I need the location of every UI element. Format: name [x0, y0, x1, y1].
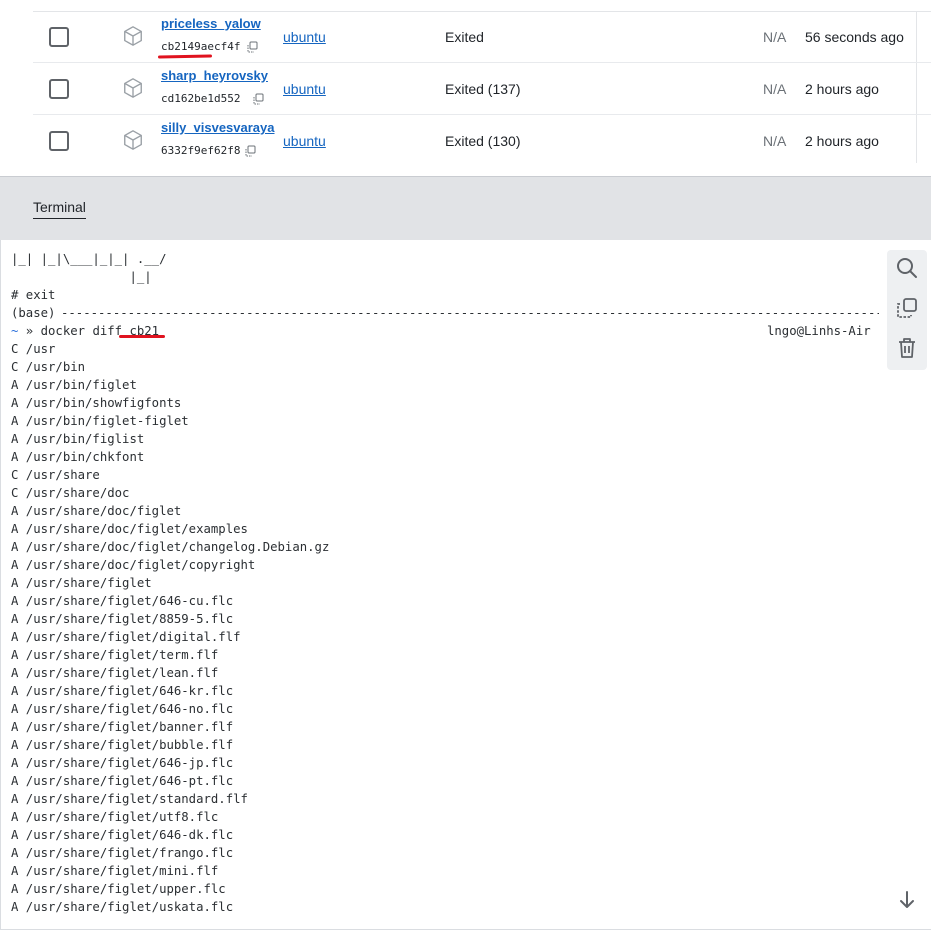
container-cube-icon: [124, 26, 142, 46]
table-row[interactable]: sharp_heyrovsky cd162be1d552 ubuntu Exit…: [33, 63, 931, 115]
container-cube-icon: [124, 78, 142, 98]
container-name-link[interactable]: silly_visvesvaraya: [161, 120, 275, 135]
tab-bar: Terminal: [0, 176, 931, 240]
container-name-link[interactable]: sharp_heyrovsky: [161, 68, 275, 83]
copy-icon[interactable]: [244, 145, 256, 157]
arrow-down-icon[interactable]: [895, 888, 919, 912]
copy-icon[interactable]: [895, 296, 919, 320]
trash-icon[interactable]: [895, 336, 919, 360]
terminal-panel[interactable]: |_| |_|\___|_|_| .__/ |_| # exit (base) …: [0, 240, 931, 930]
row-checkbox[interactable]: [49, 79, 69, 99]
image-link[interactable]: ubuntu: [283, 81, 326, 97]
image-link[interactable]: ubuntu: [283, 29, 326, 45]
container-id: cd162be1d552: [161, 92, 241, 105]
status-text: Exited: [445, 29, 484, 45]
container-id: 6332f9ef62f8: [161, 144, 241, 157]
status-text: Exited (130): [445, 133, 521, 149]
copy-icon[interactable]: [252, 93, 264, 105]
copy-icon[interactable]: [246, 41, 258, 53]
ports-text: N/A: [763, 81, 787, 97]
prompt-hostname: lngo@Linhs-Air: [767, 324, 871, 338]
created-text: 56 seconds ago: [805, 29, 904, 45]
docker-diff-output: C /usr C /usr/bin A /usr/bin/figlet A /u…: [11, 342, 330, 914]
annotation-underline: [119, 335, 165, 338]
status-text: Exited (137): [445, 81, 521, 97]
table-row[interactable]: silly_visvesvaraya 6332f9ef62f8 ubuntu E…: [33, 115, 931, 167]
created-text: 2 hours ago: [805, 133, 879, 149]
container-table: priceless_yalow cb2149aecf4f ubuntu Exit…: [0, 0, 931, 176]
row-checkbox[interactable]: [49, 131, 69, 151]
search-icon[interactable]: [895, 256, 919, 280]
base-env-label: (base): [11, 306, 63, 320]
image-link[interactable]: ubuntu: [283, 133, 326, 149]
created-text: 2 hours ago: [805, 81, 879, 97]
prompt-divider: ----------------------------------------…: [61, 306, 879, 320]
row-checkbox[interactable]: [49, 27, 69, 47]
terminal-toolbar: [887, 250, 927, 370]
tab-terminal[interactable]: Terminal: [33, 199, 86, 219]
ports-text: N/A: [763, 133, 787, 149]
ports-text: N/A: [763, 29, 787, 45]
container-name-link[interactable]: priceless_yalow: [161, 16, 275, 31]
terminal-header-output: |_| |_|\___|_|_| .__/ |_| # exit: [11, 252, 167, 302]
container-cube-icon: [124, 130, 142, 150]
container-id: cb2149aecf4f: [161, 40, 241, 53]
